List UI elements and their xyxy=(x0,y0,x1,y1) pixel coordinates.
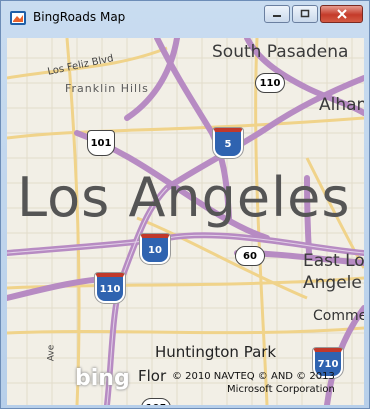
copyright-line2: Microsoft Corporation xyxy=(227,384,335,395)
shield-i5: 5 xyxy=(213,128,243,158)
app-icon xyxy=(10,11,26,25)
map-canvas[interactable]: Los Angeles South Pasadena Alham Los Fel… xyxy=(7,38,364,405)
place-huntington-park: Huntington Park xyxy=(155,343,277,361)
city-label: Los Angeles xyxy=(17,166,351,229)
place-commerce: Comme xyxy=(313,308,364,324)
place-south-pasadena: South Pasadena xyxy=(212,42,349,62)
place-florence: Flor xyxy=(138,367,167,385)
shield-i110-south: 110 xyxy=(95,273,125,303)
close-button[interactable] xyxy=(320,5,363,23)
map-copyright: © 2010 NAVTEQ © AND © 2013 Microsoft Cor… xyxy=(172,370,335,396)
map-window: BingRoads Map Los Angeles South Pasadena… xyxy=(0,0,370,409)
bing-logo: bing xyxy=(75,366,130,391)
title-bar[interactable]: BingRoads Map xyxy=(1,1,369,35)
place-alhambra: Alham xyxy=(319,95,364,115)
copyright-line1: © 2010 NAVTEQ © AND © 2013 xyxy=(172,371,335,382)
minimize-button[interactable] xyxy=(264,5,290,23)
maximize-button[interactable] xyxy=(292,5,318,23)
shield-us101: 101 xyxy=(87,130,115,156)
shield-ca60: 60 xyxy=(235,246,265,266)
close-icon xyxy=(336,9,347,19)
place-east-la-line2: Angele xyxy=(303,273,362,293)
place-franklin-hills: Franklin Hills xyxy=(65,82,149,95)
shield-i10: 10 xyxy=(140,234,170,264)
minimize-icon xyxy=(273,15,281,17)
street-avenue: Ave xyxy=(46,344,57,362)
window-title: BingRoads Map xyxy=(33,10,126,24)
maximize-icon xyxy=(300,9,310,18)
shield-i110-north: 110 xyxy=(255,73,285,93)
shield-ca105: 105 xyxy=(141,398,171,405)
place-east-la-line1: East Lo xyxy=(303,251,364,271)
